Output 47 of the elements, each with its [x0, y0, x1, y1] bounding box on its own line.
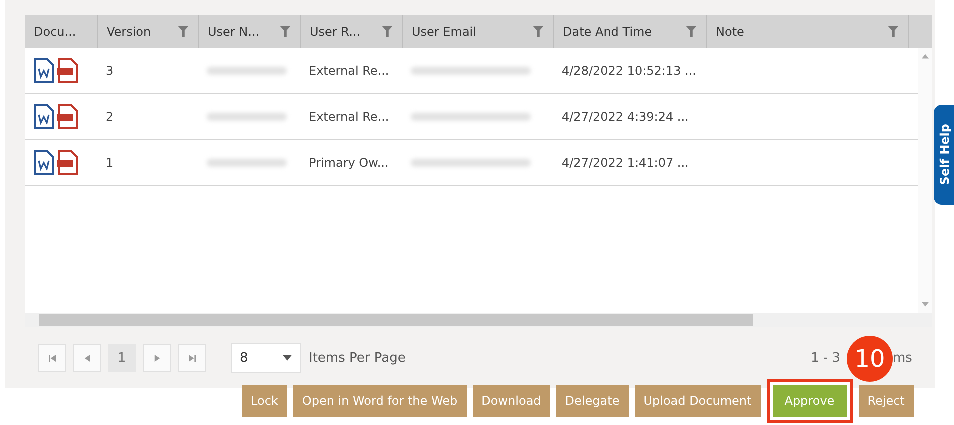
previous-icon — [84, 354, 90, 362]
date-time-text: 4/27/2022 4:39:24 ... — [562, 110, 689, 124]
user-role-text: Primary Ow... — [309, 156, 389, 170]
pdf-file-icon[interactable] — [57, 104, 79, 130]
filter-icon[interactable] — [382, 26, 393, 37]
pager-summary: 1 - 3 — [811, 350, 840, 366]
horizontal-scrollbar[interactable] — [25, 313, 932, 327]
word-file-icon[interactable] — [33, 104, 55, 130]
next-page-button[interactable] — [143, 344, 171, 372]
column-header[interactable]: User R... — [310, 24, 361, 38]
pager-summary: ms — [893, 350, 912, 366]
next-icon — [154, 354, 160, 362]
filter-icon[interactable] — [686, 26, 697, 37]
scroll-down-icon[interactable] — [922, 302, 928, 307]
pdf-file-icon[interactable] — [57, 150, 79, 176]
filter-icon[interactable] — [888, 26, 899, 37]
page-button[interactable]: 1 — [108, 344, 136, 372]
caret-icon — [283, 355, 292, 361]
page-size-dropdown[interactable]: 8 — [231, 343, 301, 373]
date-time-text: 4/27/2022 1:41:07 ... — [562, 156, 689, 170]
filter-icon[interactable] — [280, 26, 291, 37]
user-role-text: External Re... — [309, 64, 390, 78]
version-text: 1 — [106, 156, 114, 170]
column-header[interactable]: Docu... — [34, 24, 76, 38]
word-file-icon[interactable] — [33, 150, 55, 176]
last-page-icon — [188, 354, 196, 362]
items-per-page-label: Items Per Page — [309, 350, 406, 366]
previous-page-button[interactable] — [73, 344, 101, 372]
last-page-button[interactable] — [178, 344, 206, 372]
column-header[interactable]: User N... — [208, 24, 260, 38]
version-text: 3 — [106, 64, 114, 78]
filter-icon[interactable] — [533, 26, 544, 37]
first-page-button[interactable] — [38, 344, 66, 372]
scroll-up-icon[interactable] — [922, 54, 928, 59]
date-time-text: 4/28/2022 10:52:13 ... — [562, 64, 696, 78]
column-header[interactable]: Note — [716, 24, 744, 38]
pdf-file-icon[interactable] — [57, 58, 79, 84]
first-page-icon — [48, 354, 56, 362]
column-header[interactable]: Version — [107, 24, 152, 38]
filter-icon[interactable] — [178, 26, 189, 37]
vertical-scrollbar[interactable] — [918, 48, 932, 313]
user-role-text: External Re... — [309, 110, 390, 124]
word-file-icon[interactable] — [33, 58, 55, 84]
column-header[interactable]: Date And Time — [563, 24, 652, 38]
self-help-tab[interactable]: Self Help — [934, 105, 954, 205]
column-header[interactable]: User Email — [412, 24, 476, 38]
version-text: 2 — [106, 110, 114, 124]
